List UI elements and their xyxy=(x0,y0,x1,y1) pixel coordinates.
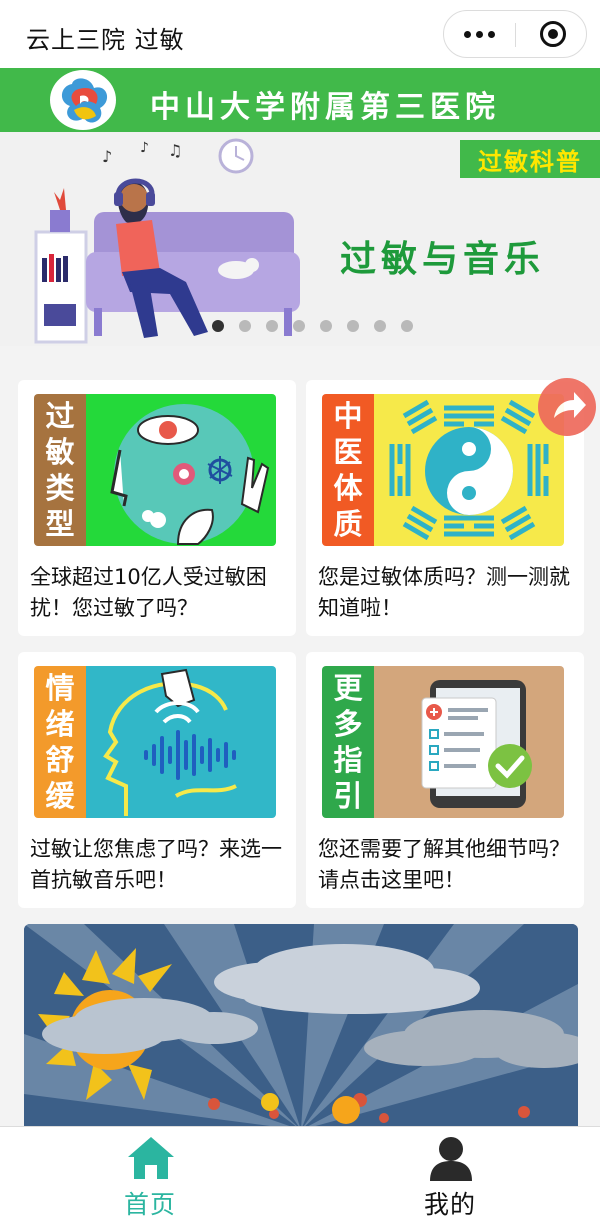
weather-banner[interactable] xyxy=(24,924,578,1130)
tag-char: 引 xyxy=(333,779,363,813)
tab-home-label: 首页 xyxy=(123,1190,176,1219)
hospital-header: 中山大学附属第三医院 xyxy=(0,68,600,132)
app-title: 云上三院 过敏 xyxy=(26,26,185,54)
more-options-icon[interactable] xyxy=(444,11,515,57)
tag-char: 中 xyxy=(333,399,363,433)
card-tag: 更 多 指 引 xyxy=(322,666,374,818)
svg-text:♪: ♪ xyxy=(102,147,112,166)
tag-char: 情 xyxy=(45,671,75,705)
card-emotion-relief[interactable]: 情 绪 舒 缓 过敏让您焦虑了吗？来选一首抗敏音乐吧！ xyxy=(18,652,296,908)
hospital-name: 中山大学附属第三医院 xyxy=(150,90,500,125)
capsule-divider xyxy=(515,23,516,47)
tag-char: 舒 xyxy=(45,743,75,777)
share-arrow-icon xyxy=(554,392,586,418)
card-more-guidance[interactable]: 更 多 指 引 您还需要了解其他细节吗？请点击这里吧！ xyxy=(306,652,584,908)
tag-char: 过 xyxy=(45,399,75,433)
card-description: 全球超过10亿人受过敏困扰！您过敏了吗？ xyxy=(30,565,267,620)
carousel-dots[interactable] xyxy=(212,320,413,332)
card-image: 情 绪 舒 缓 xyxy=(34,666,276,818)
tag-char: 质 xyxy=(333,507,363,541)
music-listener-illustration: ♪ ♪ ♫ xyxy=(34,138,300,344)
music-head-illustration xyxy=(86,666,276,818)
carousel-dot[interactable] xyxy=(401,320,413,332)
card-allergy-types[interactable]: 过 敏 类 型 全球超过10亿人受过敏困扰！您过敏了吗？ xyxy=(18,380,296,636)
tag-char: 绪 xyxy=(45,707,75,741)
card-description: 过敏让您焦虑了吗？来选一首抗敏音乐吧！ xyxy=(30,837,282,892)
tag-char: 体 xyxy=(333,471,363,505)
banner-carousel[interactable]: ♪ ♪ ♫ 过敏科普 过敏与音乐 xyxy=(0,132,600,346)
tag-char: 缓 xyxy=(45,779,75,813)
tab-mine-label: 我的 xyxy=(423,1190,476,1219)
card-tag: 情 绪 舒 缓 xyxy=(34,666,86,818)
tag-char: 医 xyxy=(333,435,363,469)
card-description: 您还需要了解其他细节吗？请点击这里吧！ xyxy=(318,837,570,892)
card-tag: 过 敏 类 型 xyxy=(34,394,86,546)
card-image: 过 敏 类 型 xyxy=(34,394,276,546)
tag-char: 更 xyxy=(333,671,363,705)
sun-clouds-illustration xyxy=(24,924,578,1130)
tab-home[interactable]: 首页 xyxy=(0,1127,300,1224)
title-bar: 云上三院 过敏 xyxy=(0,0,600,68)
tag-char: 类 xyxy=(45,471,75,505)
slide-title: 过敏与音乐 xyxy=(340,239,546,280)
carousel-dot[interactable] xyxy=(320,320,332,332)
carousel-dot[interactable] xyxy=(239,320,251,332)
card-image: 更 多 指 引 xyxy=(322,666,564,818)
carousel-dot[interactable] xyxy=(293,320,305,332)
carousel-dot[interactable] xyxy=(374,320,386,332)
tab-mine[interactable]: 我的 xyxy=(300,1127,600,1224)
bottom-tab-bar: 首页 我的 xyxy=(0,1126,600,1224)
share-button[interactable] xyxy=(538,378,596,436)
science-tag: 过敏科普 xyxy=(460,140,600,178)
tag-char: 敏 xyxy=(45,435,75,469)
svg-text:♫: ♫ xyxy=(168,141,182,160)
tag-char: 型 xyxy=(45,507,75,541)
carousel-dot[interactable] xyxy=(347,320,359,332)
phone-checklist-illustration xyxy=(374,666,564,818)
card-image: 中 医 体 质 xyxy=(322,394,564,546)
bagua-yin-yang-illustration xyxy=(374,394,564,546)
svg-text:♪: ♪ xyxy=(140,140,149,156)
carousel-dot[interactable] xyxy=(212,320,224,332)
hospital-logo xyxy=(50,70,116,130)
tag-char: 多 xyxy=(333,707,363,741)
close-target-icon[interactable] xyxy=(540,21,566,47)
allergy-symptoms-illustration xyxy=(86,394,276,546)
card-tag: 中 医 体 质 xyxy=(322,394,374,546)
card-description: 您是过敏体质吗？测一测就知道啦！ xyxy=(318,565,570,620)
home-icon xyxy=(128,1137,174,1179)
carousel-dot[interactable] xyxy=(266,320,278,332)
tag-char: 指 xyxy=(333,743,363,777)
user-icon xyxy=(430,1137,472,1181)
mini-program-capsule xyxy=(443,10,587,58)
